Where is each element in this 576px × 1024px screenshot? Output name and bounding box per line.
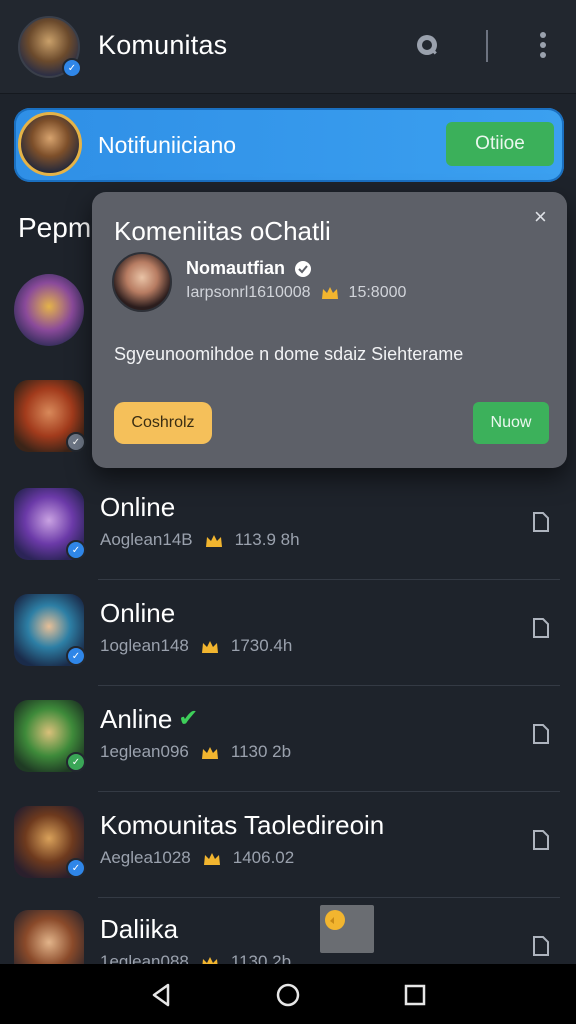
thumbs-up-icon [325,910,345,930]
document-icon[interactable] [532,512,550,532]
recents-icon[interactable] [400,980,430,1010]
list-item-meta: Aoglean14B 113.9 8h [100,530,300,549]
list-item-avatar: ✓ [14,488,86,560]
verified-badge-icon: ✓ [66,858,86,878]
home-icon[interactable] [273,980,303,1010]
list-item[interactable]: ✓ Online 1oglean148 1730.4h [0,580,576,686]
popup-meta: Iarpsonrl1610008 15:8000 [186,284,407,301]
list-item-name: Komounitas Taoledireoin [100,810,385,840]
list-item-meta: 1oglean148 1730.4h [100,636,293,655]
chat-popup: Komeniitas oChatli × Nomautfian Iarpsonr… [92,192,567,468]
list-item-avatar: ✓ [14,806,86,878]
checkmark-icon: ✔ [178,705,199,732]
verified-badge-icon: ✓ [66,540,86,560]
system-nav-bar [0,964,576,1024]
verified-badge-icon: ✓ [66,646,86,666]
search-icon[interactable] [414,32,442,60]
list-item-name: Online [100,492,176,522]
profile-avatar[interactable]: ✓ [18,16,82,78]
popup-title: Komeniitas oChatli [114,216,331,246]
popup-user-name: Nomautfian [186,258,312,279]
list-item[interactable]: ✓ Anline ✔ 1eglean096 1130 2b [0,686,576,792]
status-badge-icon: ✓ [66,432,86,452]
crown-icon [203,851,221,865]
list-item-meta: Aeglea1028 1406.02 [100,848,295,867]
list-item-avatar: ✓ [14,380,86,452]
banner-avatar [18,112,82,176]
document-icon[interactable] [532,618,550,638]
list-item-avatar: ✓ [14,700,86,772]
verified-icon [295,261,312,278]
page-title: Komunitas [98,30,228,60]
popup-secondary-button[interactable]: Coshrolz [114,402,212,444]
list-item[interactable]: ✓ Online Aoglean14B 113.9 8h [0,474,576,580]
crown-icon [205,533,223,547]
document-icon[interactable] [532,936,550,956]
back-icon[interactable] [146,980,176,1010]
list-item-name: Daliika [100,914,179,944]
app-header: ✓ Komunitas [0,0,576,94]
document-icon[interactable] [532,724,550,744]
crown-icon [201,639,219,653]
header-divider [486,30,488,62]
document-icon[interactable] [532,830,550,850]
more-vertical-icon[interactable] [534,30,552,62]
crown-icon [201,745,219,759]
verified-badge-icon: ✓ [62,58,82,78]
crown-icon [321,286,339,300]
list-item-meta: 1eglean096 1130 2b [100,742,292,761]
list-item[interactable]: ✓ Komounitas Taoledireoin Aeglea1028 140… [0,792,576,898]
list-item-avatar [14,274,84,346]
banner-action-button[interactable]: Otiioe [446,122,554,166]
list-item-name: Anline ✔ [100,704,199,734]
list-item-avatar: ✓ [14,594,86,666]
notification-banner[interactable]: Notifuniiciano Otiioe [14,108,564,182]
banner-label: Notifuniiciano [98,132,237,158]
close-icon[interactable]: × [534,204,547,230]
status-badge-icon: ✓ [66,752,86,772]
list-item-name: Online [100,598,176,628]
popup-avatar [112,252,172,312]
popup-primary-button[interactable]: Nuow [473,402,549,444]
section-title: Pepm [18,212,92,243]
floating-thumbnail[interactable] [320,905,374,953]
popup-message: Sgyeunoomihdoe n dome sdaiz Siehterame [114,344,464,364]
